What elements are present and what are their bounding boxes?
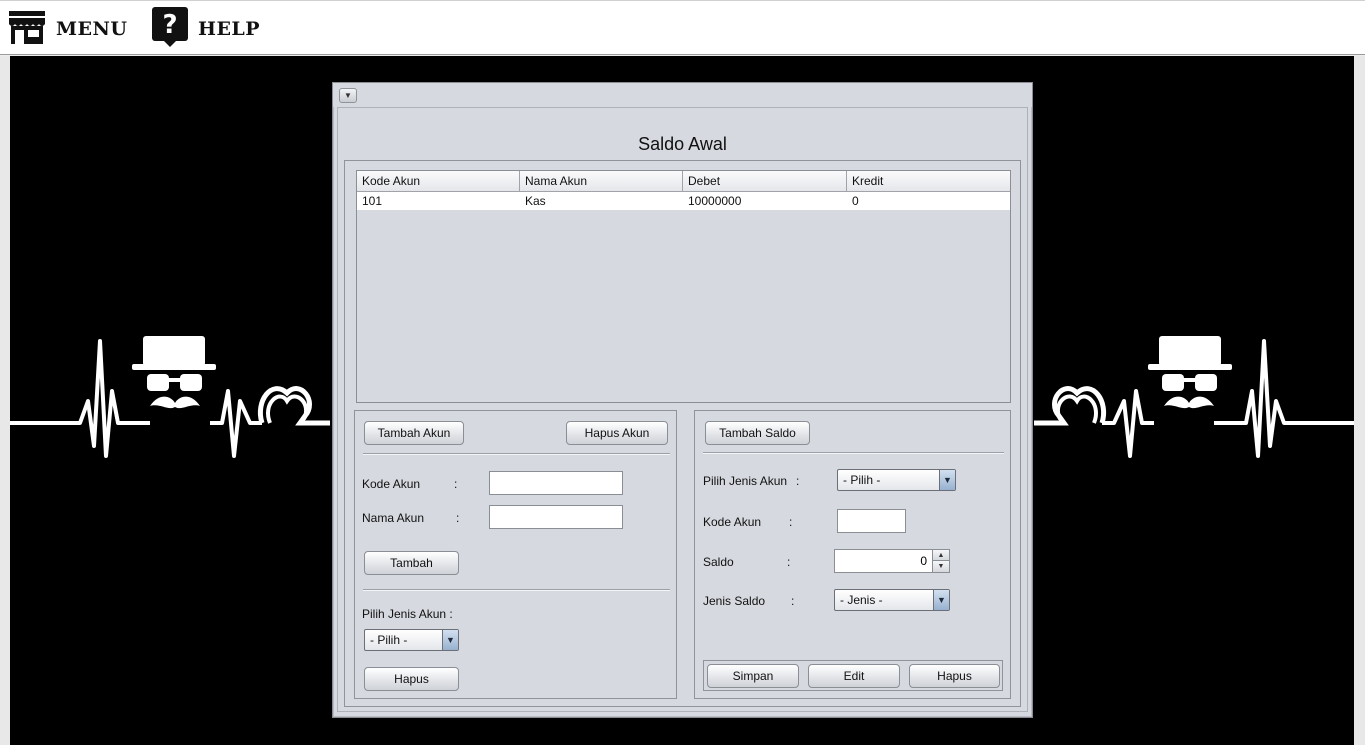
tambah-button[interactable]: Tambah: [364, 551, 459, 575]
help-icon: ?: [152, 6, 188, 52]
column-header-kredit[interactable]: Kredit: [847, 171, 1010, 192]
separator: [703, 452, 1004, 454]
action-buttons-panel: Simpan Edit Hapus: [703, 660, 1003, 691]
store-icon: [8, 10, 46, 49]
table-row[interactable]: 101 Kas 10000000 0: [357, 192, 1010, 210]
column-header-kode-akun[interactable]: Kode Akun: [357, 171, 520, 192]
saldo-table: Kode Akun Nama Akun Debet Kredit 101 Kas…: [356, 170, 1011, 403]
spinner-down-icon[interactable]: ▼: [933, 561, 949, 572]
triangle-down-icon: ▼: [442, 630, 458, 650]
frame-menu-button[interactable]: ▼: [339, 88, 357, 103]
main-panel: Kode Akun Nama Akun Debet Kredit 101 Kas…: [344, 160, 1021, 707]
triangle-down-icon: ▼: [933, 590, 949, 610]
frame-content: Saldo Awal Kode Akun Nama Akun Debet Kre…: [337, 107, 1028, 712]
colon: :: [791, 594, 795, 608]
hapus-saldo-button[interactable]: Hapus: [909, 664, 1000, 688]
heartbeat-decoration-right: [1034, 336, 1354, 458]
cell-nama-akun: Kas: [525, 194, 546, 208]
kode-akun-input[interactable]: [837, 509, 906, 533]
edit-button[interactable]: Edit: [808, 664, 900, 688]
help-label: HELP: [198, 18, 261, 40]
select-value: - Jenis -: [840, 593, 883, 607]
select-value: - Pilih -: [370, 633, 408, 647]
hapus-akun-button[interactable]: Hapus Akun: [566, 421, 668, 445]
tambah-saldo-button[interactable]: Tambah Saldo: [705, 421, 810, 445]
spinner-arrows: ▲ ▼: [932, 550, 949, 572]
akun-panel: Tambah Akun Hapus Akun Kode Akun : Nama …: [354, 410, 677, 699]
colon: :: [789, 515, 793, 529]
spinner-up-icon[interactable]: ▲: [933, 550, 949, 561]
simpan-button[interactable]: Simpan: [707, 664, 799, 688]
saldo-awal-frame: ▼ Saldo Awal Kode Akun Nama Akun Debet K…: [332, 82, 1033, 718]
help-button[interactable]: ? HELP: [152, 6, 261, 52]
desktop-border-left: [0, 56, 10, 745]
menu-label: MENU: [56, 18, 128, 40]
pilih-jenis-akun-select[interactable]: - Pilih - ▼: [364, 629, 459, 651]
pilih-jenis-akun-label: Pilih Jenis Akun :: [362, 607, 453, 621]
tambah-akun-button[interactable]: Tambah Akun: [364, 421, 464, 445]
column-header-debet[interactable]: Debet: [683, 171, 847, 192]
kode-akun-label: Kode Akun: [703, 515, 762, 529]
nama-akun-label: Nama Akun: [362, 511, 425, 525]
kode-akun-input[interactable]: [489, 471, 623, 495]
saldo-label: Saldo: [703, 555, 734, 569]
hapus-button[interactable]: Hapus: [364, 667, 459, 691]
column-header-nama-akun[interactable]: Nama Akun: [520, 171, 683, 192]
colon: :: [787, 555, 791, 569]
jenis-saldo-select[interactable]: - Jenis - ▼: [834, 589, 950, 611]
jenis-akun-select[interactable]: - Pilih - ▼: [837, 469, 956, 491]
nama-akun-input[interactable]: [489, 505, 623, 529]
cell-kredit: 0: [852, 194, 859, 208]
colon: :: [454, 477, 458, 491]
triangle-down-icon: ▼: [939, 470, 955, 490]
pilih-jenis-akun-label: Pilih Jenis Akun: [703, 474, 788, 488]
svg-text:?: ?: [162, 10, 177, 40]
heartbeat-decoration-left: [10, 336, 330, 458]
cell-kode-akun: 101: [362, 194, 383, 208]
separator: [363, 589, 670, 591]
select-value: - Pilih -: [843, 473, 881, 487]
kode-akun-label: Kode Akun: [362, 477, 421, 491]
menu-bar: MENU ? HELP: [0, 0, 1365, 55]
page-title: Saldo Awal: [638, 134, 727, 154]
desktop-border-right: [1354, 56, 1365, 745]
triangle-down-icon: ▼: [344, 91, 352, 100]
saldo-value: 0: [920, 554, 927, 568]
saldo-panel: Tambah Saldo Pilih Jenis Akun : - Pilih …: [694, 410, 1011, 699]
separator: [363, 453, 670, 455]
colon: :: [796, 474, 800, 488]
frame-titlebar[interactable]: ▼: [333, 83, 1032, 107]
jenis-saldo-label: Jenis Saldo: [703, 594, 766, 608]
colon: :: [456, 511, 460, 525]
saldo-spinner[interactable]: 0 ▲ ▼: [834, 549, 950, 573]
menu-button[interactable]: MENU: [8, 9, 127, 49]
table-header: Kode Akun Nama Akun Debet Kredit: [357, 171, 1010, 192]
cell-debet: 10000000: [688, 194, 742, 208]
